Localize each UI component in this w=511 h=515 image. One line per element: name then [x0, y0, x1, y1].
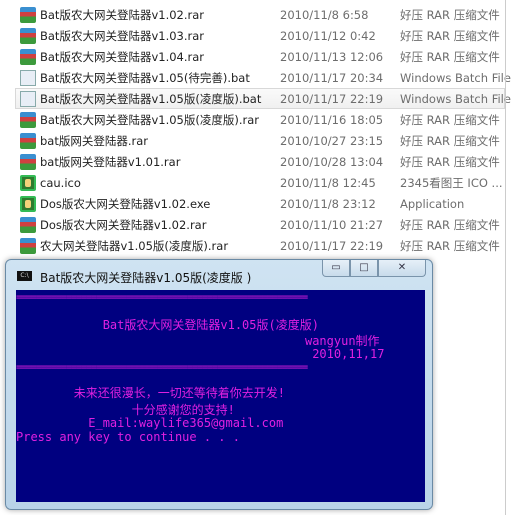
file-row[interactable]: Bat版农大网关登陆器v1.05版(凌度版).rar 2010/11/16 18… [15, 109, 505, 130]
file-date: 2010/11/8 23:12 [280, 197, 376, 211]
file-date: 2010/10/28 13:04 [280, 155, 384, 169]
file-row[interactable]: Bat版农大网关登陆器v1.04.rar 2010/11/13 12:06 好压… [15, 46, 505, 67]
file-name: Bat版农大网关登陆器v1.05版(凌度版).rar [40, 113, 259, 127]
file-name: Bat版农大网关登陆器v1.03.rar [40, 29, 205, 43]
file-type: 好压 RAR 压缩文件 [400, 134, 500, 148]
file-name: 农大网关登陆器v1.05版(凌度版).rar [40, 239, 229, 253]
file-type: 好压 RAR 压缩文件 [400, 239, 500, 253]
file-date: 2010/11/16 18:05 [280, 113, 384, 127]
console-window: C:\ Bat版农大网关登陆器v1.05版(凌度版 ) ▭ □ ✕ ======… [5, 259, 433, 510]
file-name: Dos版农大网关登陆器v1.02.exe [40, 197, 211, 211]
file-row[interactable]: Bat版农大网关登陆器v1.05版(凌度版).bat 2010/11/17 22… [15, 88, 511, 109]
file-date: 2010/11/12 0:42 [280, 29, 376, 43]
file-name: Dos版农大网关登陆器v1.02.rar [40, 218, 207, 232]
file-name: cau.ico [40, 176, 81, 190]
file-name: Bat版农大网关登陆器v1.05(待完善).bat [40, 71, 250, 85]
file-row[interactable]: bat版网关登陆器v1.01.rar 2010/10/28 13:04 好压 R… [15, 151, 505, 172]
file-type: 好压 RAR 压缩文件 [400, 8, 500, 22]
console-output: ========================================… [16, 290, 425, 502]
file-date: 2010/11/17 20:34 [280, 71, 384, 85]
file-date: 2010/11/17 22:19 [280, 92, 384, 106]
file-type: 2345看图王 ICO ... [400, 176, 503, 190]
file-date: 2010/11/13 12:06 [280, 50, 384, 64]
file-type: 好压 RAR 压缩文件 [400, 50, 500, 64]
console-line: 十分感谢您的支持! [16, 403, 235, 417]
console-line: ========================================… [16, 292, 308, 303]
console-line: E_mail:waylife365@gmail.com [16, 416, 284, 430]
file-row[interactable]: Dos版农大网关登陆器v1.02.exe 2010/11/8 23:12 App… [15, 193, 505, 214]
file-row[interactable]: cau.ico 2010/11/8 12:45 2345看图王 ICO ... [15, 172, 505, 193]
rar-archive-icon [20, 28, 36, 44]
file-row[interactable]: Dos版农大网关登陆器v1.02.rar 2010/11/10 21:27 好压… [15, 214, 505, 235]
console-line: wangyun制作 [16, 334, 380, 348]
file-type: 好压 RAR 压缩文件 [400, 155, 500, 169]
rar-archive-icon [20, 133, 36, 149]
console-line: Press any key to continue . . . [16, 430, 240, 444]
application-icon [20, 196, 36, 212]
rar-archive-icon [20, 238, 36, 254]
console-line: 2010,11,17 [16, 347, 385, 361]
file-row[interactable]: Bat版农大网关登陆器v1.05(待完善).bat 2010/11/17 20:… [15, 67, 511, 88]
window-title: Bat版农大网关登陆器v1.05版(凌度版 ) [40, 271, 252, 285]
close-button[interactable]: ✕ [378, 260, 426, 277]
file-type: Windows Batch File [400, 71, 511, 85]
file-date: 2010/11/17 22:19 [280, 239, 384, 253]
rar-archive-icon [20, 7, 36, 23]
scrollbar-edge [505, 0, 506, 515]
file-name: Bat版农大网关登陆器v1.04.rar [40, 50, 205, 64]
rar-archive-icon [20, 112, 36, 128]
rar-archive-icon [20, 49, 36, 65]
file-name: bat版网关登陆器v1.01.rar [40, 155, 181, 169]
maximize-button[interactable]: □ [350, 260, 378, 277]
image-icon [20, 175, 36, 191]
file-date: 2010/11/10 21:27 [280, 218, 384, 232]
batch-file-icon [20, 91, 36, 107]
console-line: ========================================… [16, 362, 308, 373]
file-row[interactable]: Bat版农大网关登陆器v1.02.rar 2010/11/8 6:58 好压 R… [15, 4, 505, 25]
file-name: Bat版农大网关登陆器v1.05版(凌度版).bat [40, 92, 262, 106]
file-type: 好压 RAR 压缩文件 [400, 218, 500, 232]
file-type: 好压 RAR 压缩文件 [400, 113, 500, 127]
file-name: bat版网关登陆器.rar [40, 134, 149, 148]
file-row[interactable]: 农大网关登陆器v1.05版(凌度版).rar 2010/11/17 22:19 … [15, 235, 505, 256]
file-row[interactable]: Bat版农大网关登陆器v1.03.rar 2010/11/12 0:42 好压 … [15, 25, 505, 46]
console-line: Bat版农大网关登陆器v1.05版(凌度版) [16, 318, 319, 332]
file-type: Windows Batch File [400, 92, 511, 106]
minimize-button[interactable]: ▭ [322, 260, 350, 277]
file-type: 好压 RAR 压缩文件 [400, 29, 500, 43]
rar-archive-icon [20, 217, 36, 233]
console-line: 未来还很漫长，一切还等待着你去开发! [16, 386, 286, 400]
cmd-icon: C:\ [17, 271, 32, 281]
file-date: 2010/11/8 6:58 [280, 8, 369, 22]
file-date: 2010/10/27 23:15 [280, 134, 384, 148]
batch-file-icon [20, 70, 36, 86]
rar-archive-icon [20, 154, 36, 170]
file-row[interactable]: bat版网关登陆器.rar 2010/10/27 23:15 好压 RAR 压缩… [15, 130, 505, 151]
file-date: 2010/11/8 12:45 [280, 176, 376, 190]
file-type: Application [400, 197, 465, 211]
file-name: Bat版农大网关登陆器v1.02.rar [40, 8, 205, 22]
